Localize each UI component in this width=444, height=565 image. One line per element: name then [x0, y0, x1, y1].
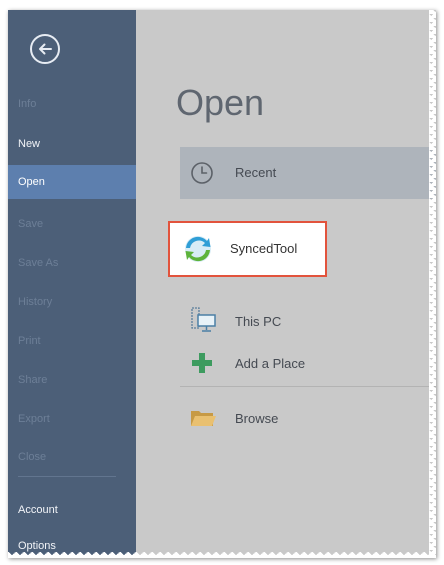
torn-edge-right [429, 10, 436, 558]
place-syncedtool[interactable]: SyncedTool [168, 221, 327, 277]
nav-item-save-as[interactable]: Save As [8, 246, 136, 280]
torn-edge-bottom [8, 552, 436, 558]
clock-icon [191, 162, 213, 184]
page-title: Open [176, 82, 265, 123]
office-backstage-window: Info New Open Save Save As History Print… [8, 10, 436, 558]
place-recent[interactable]: Recent [180, 147, 436, 199]
nav-item-print[interactable]: Print [8, 324, 136, 358]
nav-item-account[interactable]: Account [8, 493, 136, 527]
nav-item-close[interactable]: Close [8, 440, 136, 474]
back-button[interactable] [30, 34, 60, 64]
back-arrow-icon [39, 43, 52, 55]
nav-item-info[interactable]: Info [8, 87, 136, 121]
backstage-sidebar: Info New Open Save Save As History Print… [8, 10, 136, 558]
open-pane: Open Recent SyncedTool This PC Add a Pla… [136, 10, 436, 558]
place-label-syncedtool: SyncedTool [230, 241, 298, 256]
sidebar-separator [18, 476, 116, 477]
nav-item-save[interactable]: Save [8, 207, 136, 241]
nav-item-export[interactable]: Export [8, 402, 136, 436]
place-label-recent: Recent [235, 165, 277, 180]
nav-item-new[interactable]: New [8, 127, 136, 161]
place-browse[interactable]: Browse [180, 398, 436, 438]
place-label-browse: Browse [235, 411, 279, 426]
folder-icon [191, 411, 216, 426]
nav-item-open[interactable]: Open [8, 165, 136, 199]
computer-icon [191, 307, 216, 332]
place-add-a-place[interactable]: Add a Place [180, 343, 436, 383]
nav-item-share[interactable]: Share [8, 363, 136, 397]
sync-icon [185, 236, 211, 262]
place-label-add-a-place: Add a Place [235, 356, 306, 371]
place-this-pc[interactable]: This PC [180, 300, 436, 342]
nav-item-history[interactable]: History [8, 285, 136, 319]
plus-icon [192, 353, 212, 373]
place-label-this-pc: This PC [235, 314, 282, 329]
places-divider [180, 386, 436, 387]
